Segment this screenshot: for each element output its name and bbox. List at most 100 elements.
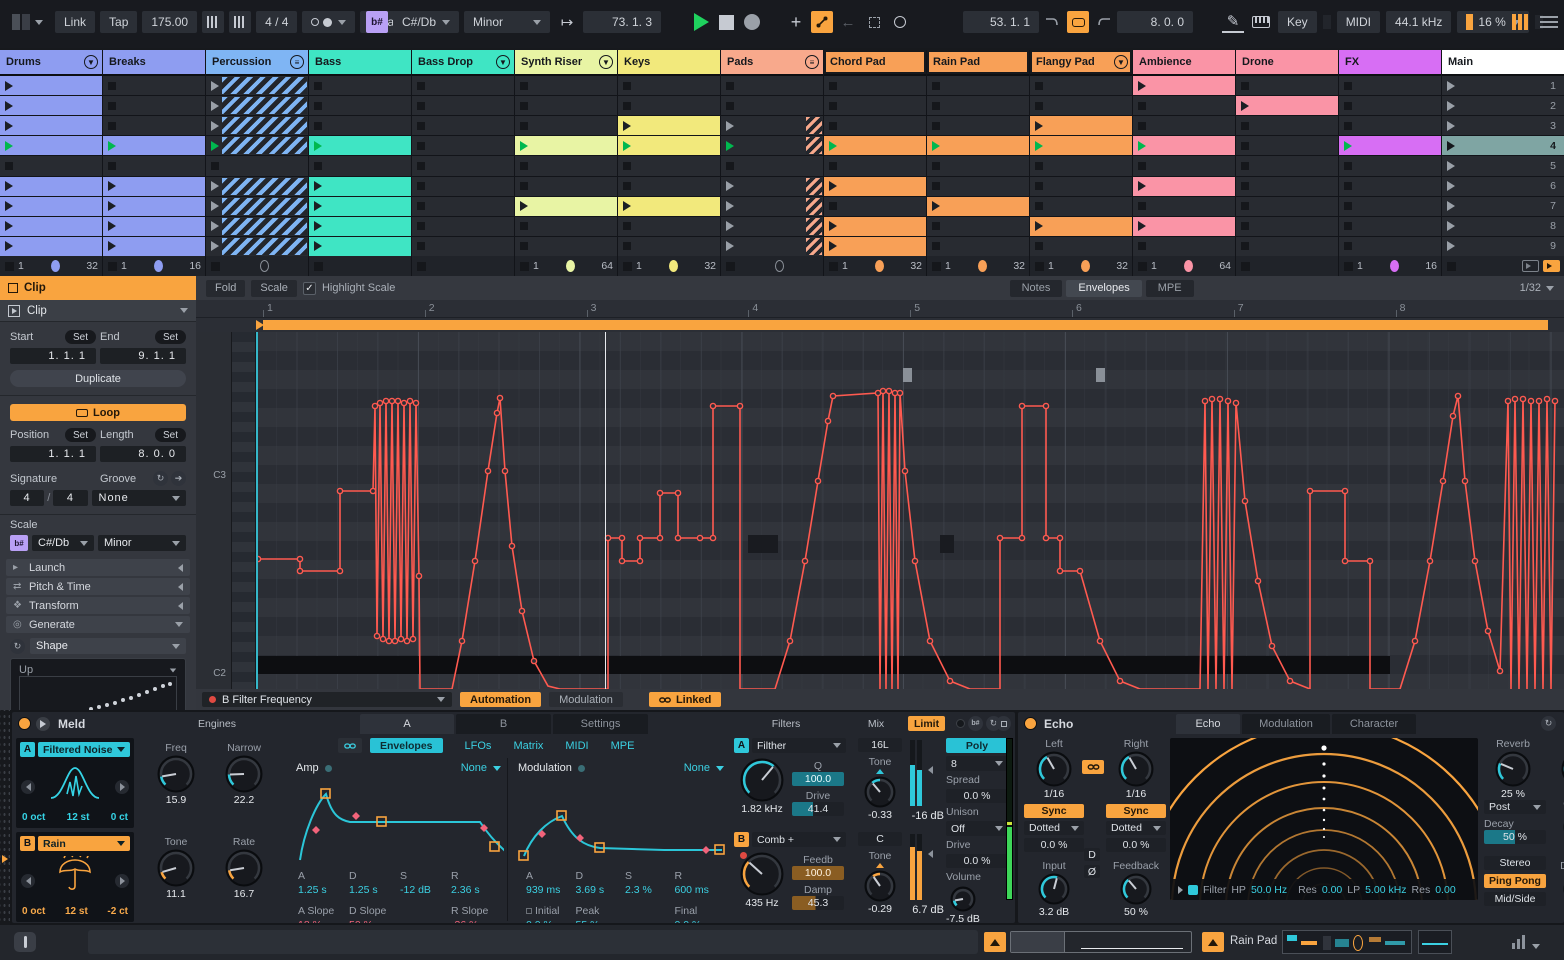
drywet-knob[interactable]: Dry/Wet 59 % [1548,860,1564,918]
draw-mode-icon[interactable]: ✎ [1222,11,1244,33]
amp-mod-menu[interactable]: None [461,762,487,774]
scene-launch-1[interactable]: 1 [1442,76,1564,96]
engine-b-ct[interactable]: -2 ct [107,906,128,917]
clip-slot[interactable] [1339,96,1441,116]
shape-refresh-icon[interactable]: ↻ [10,638,25,654]
clip-slot[interactable] [927,236,1029,256]
clip-slot[interactable] [1030,176,1132,196]
subtab-envelopes[interactable]: Envelopes [370,738,443,753]
clip-slot[interactable] [309,236,411,256]
stop-button[interactable] [719,14,734,30]
modulation-toggle[interactable]: Modulation [549,692,623,707]
narrow-knob[interactable]: Narrow 22.2 [212,742,276,806]
midi-map-button[interactable]: MIDI [1336,11,1381,33]
clip-slot[interactable] [309,156,411,176]
clip-slot[interactable] [206,136,308,156]
clip-slot[interactable] [927,76,1029,96]
clip-slot[interactable] [515,116,617,136]
mix-b-pan-field[interactable]: C [858,832,902,846]
clip-slot[interactable] [515,96,617,116]
clip-slot[interactable] [103,136,205,156]
clip-slot[interactable] [618,236,720,256]
knob-value[interactable]: 16.7 [234,888,254,900]
capture-midi-icon[interactable] [863,11,885,33]
clip-slot[interactable] [0,136,102,156]
clip-slot[interactable] [0,236,102,256]
decay-field[interactable]: 50 % [1484,830,1546,844]
clip-slot[interactable] [721,156,823,176]
tab-character[interactable]: Character [1332,714,1416,734]
clip-slot[interactable] [1133,176,1235,196]
clip-slot[interactable] [618,116,720,136]
track-status-row[interactable] [412,256,514,276]
tab-echo[interactable]: Echo [1176,714,1240,734]
knob-dial[interactable] [225,849,263,887]
clip-slot[interactable] [721,236,823,256]
loop-brace[interactable] [196,318,1564,332]
clip-slot[interactable] [927,116,1029,136]
clip-slot[interactable] [0,96,102,116]
mix-a-tone-knob[interactable]: Tone -0.33 [858,756,902,821]
scene-launch-6[interactable]: 6 [1442,176,1564,196]
linked-toggle[interactable]: Linked [648,692,722,707]
scene-launch-8[interactable]: 8 [1442,216,1564,236]
track-status-row[interactable] [309,256,411,276]
nudge-up-button[interactable] [229,11,252,33]
clip-slot[interactable] [927,196,1029,216]
knob-dial[interactable] [157,849,195,887]
knob-value[interactable]: 3.2 dB [1039,906,1069,918]
shape-menu[interactable]: Shape [30,638,186,654]
tab-mpe[interactable]: MPE [1145,279,1194,297]
amp-release[interactable]: 2.36 s [451,884,502,896]
clip-slot[interactable] [824,236,926,256]
clip-slot[interactable] [824,116,926,136]
clip-slot[interactable] [0,76,102,96]
groove-menu[interactable]: None [91,490,186,506]
fold-icon[interactable]: ▼ [1114,55,1128,69]
scene-launch-7[interactable]: 7 [1442,196,1564,216]
knob-dial[interactable] [1120,873,1152,905]
mod-peak[interactable]: 55 % [576,919,626,923]
clip-slot[interactable] [309,216,411,236]
filter-on-icon[interactable] [1188,884,1198,895]
clip-slot[interactable] [309,136,411,156]
tab-engine-a[interactable]: A [360,714,454,734]
clip-slot[interactable] [103,216,205,236]
filter-b-damp-field[interactable]: 45.3 [792,896,844,910]
clip-slot[interactable] [1133,136,1235,156]
device-rail[interactable] [0,710,10,925]
set-position-button[interactable]: Set [64,428,96,442]
envelope-target-menu[interactable]: B Filter Frequency [202,692,452,707]
tab-envelopes[interactable]: Envelopes [1066,279,1142,297]
clip-slot[interactable] [1030,136,1132,156]
filter-b-type-menu[interactable]: Comb + [752,832,846,847]
clip-slot[interactable] [412,156,514,176]
clip-start-field[interactable]: 1. 1. 1 [10,348,96,364]
session-record-icon[interactable] [889,11,911,33]
amp-r-slope[interactable]: -36 % [451,919,502,923]
clip-slot[interactable] [1339,216,1441,236]
clip-scale-name-menu[interactable]: Minor [98,535,186,551]
follow-icon[interactable]: ↦ [556,11,578,33]
clip-slot[interactable] [103,76,205,96]
clip-slot[interactable] [309,196,411,216]
knob-value[interactable]: 22.2 [234,794,254,806]
clip-slot[interactable] [721,136,823,156]
knob-value[interactable]: 50 % [1124,906,1148,918]
clip-slot[interactable] [1030,156,1132,176]
highlight-scale-checkbox[interactable]: ✓ [302,281,316,295]
stereo-width-knob[interactable]: Stereo 100 % [1548,738,1564,800]
fold-icon[interactable]: ▼ [84,55,98,69]
knob-value[interactable]: -7.5 dB [946,913,980,923]
clip-slot[interactable] [0,196,102,216]
filter-b-freq-knob[interactable]: 435 Hz [734,852,790,909]
signature-denominator-field[interactable]: 4 [53,490,88,506]
subtab-matrix[interactable]: Matrix [513,740,543,752]
clip-slot[interactable] [103,156,205,176]
clip-slot[interactable] [1236,76,1338,96]
echo-hotswap-icon[interactable]: ↻ [1541,716,1556,731]
engine-a-preset-menu[interactable]: Filtered Noise [38,742,130,757]
punch-in-icon[interactable] [1042,11,1064,33]
tone-knob[interactable]: Tone 11.1 [144,836,208,900]
knob-value[interactable]: -0.33 [868,809,892,821]
